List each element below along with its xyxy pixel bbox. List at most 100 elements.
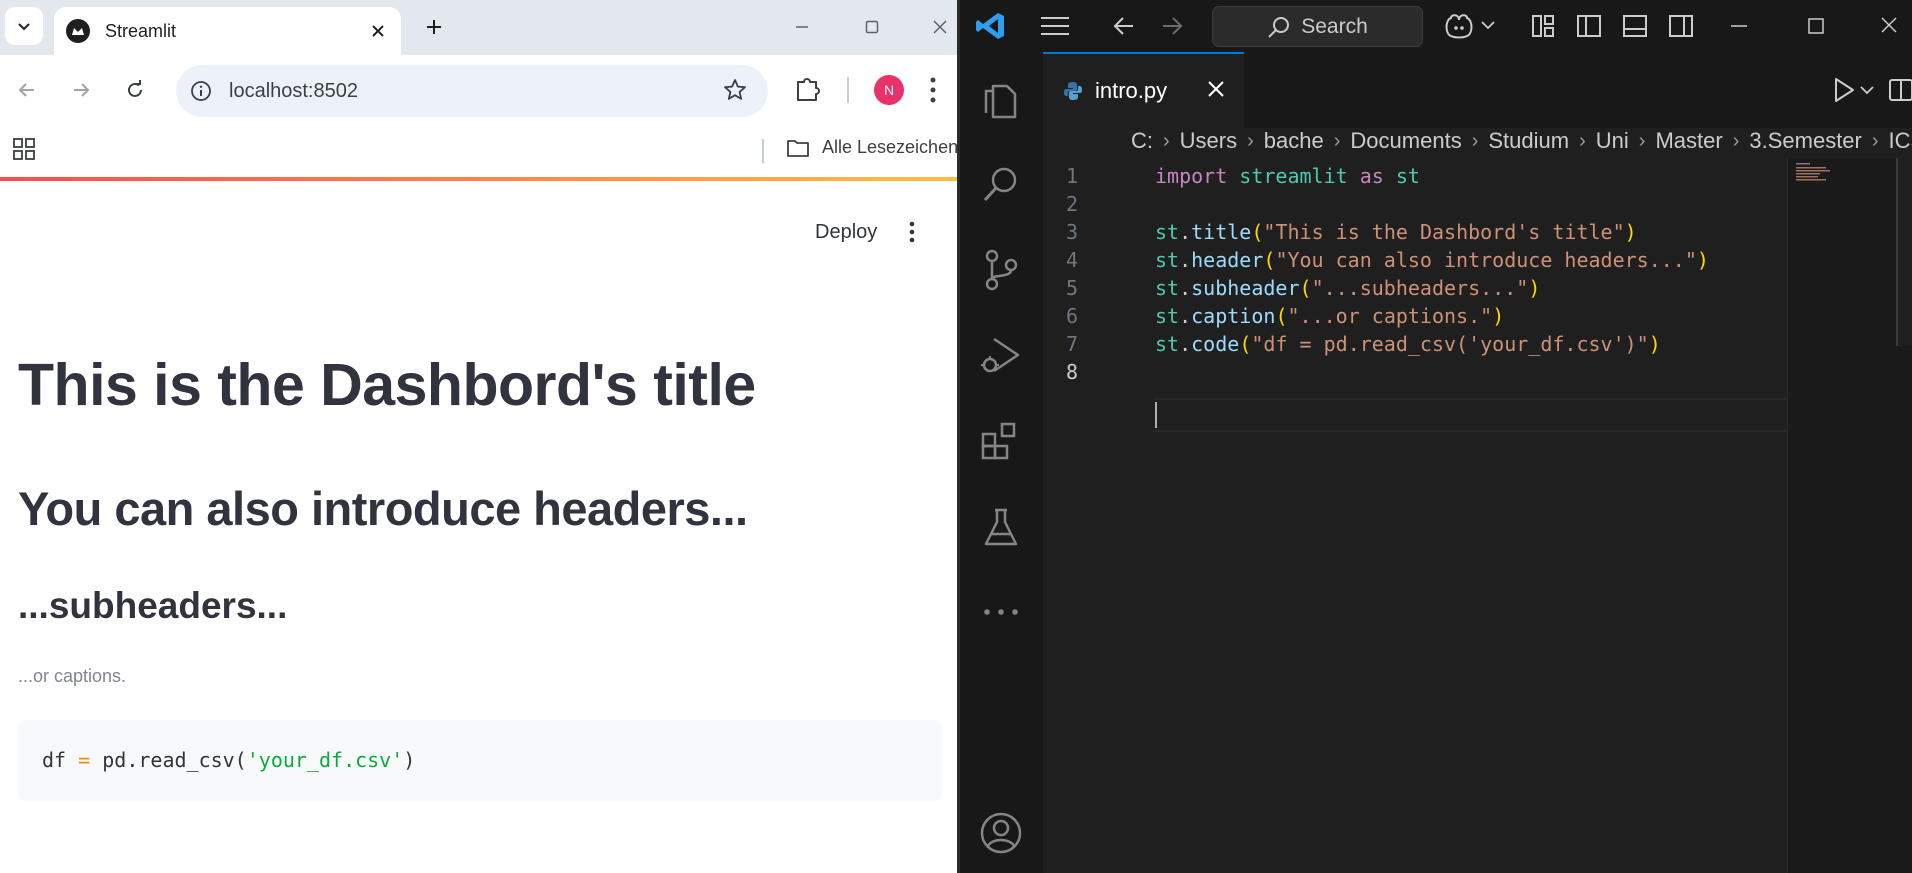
copilot-icon[interactable]	[1443, 12, 1479, 40]
breadcrumb-item[interactable]: Documents	[1350, 128, 1461, 154]
apps-grid-icon[interactable]	[12, 137, 36, 161]
vertical-scrollbar[interactable]	[1896, 158, 1912, 346]
deploy-button[interactable]: Deploy	[815, 221, 877, 244]
code-var: df	[42, 748, 67, 772]
bookmarks-divider	[762, 139, 764, 163]
breadcrumb-separator-icon: ›	[1579, 129, 1586, 152]
more-views-button[interactable]	[976, 587, 1026, 637]
streamlit-app: Deploy This is the Dashbord's title You …	[0, 181, 957, 873]
toggle-panel-icon[interactable]	[1622, 13, 1648, 39]
reload-icon	[128, 80, 142, 97]
layout-customize-icon[interactable]	[1530, 13, 1556, 39]
line-number: 8	[1065, 360, 1078, 384]
search-view-button[interactable]	[976, 159, 1026, 209]
minimap[interactable]	[1787, 158, 1912, 873]
tab-streamlit[interactable]: Streamlit	[54, 7, 401, 55]
code-block-text: df = pd.read_csv('your_df.csv')	[42, 748, 415, 772]
toggle-primary-sidebar-icon[interactable]	[1576, 13, 1602, 39]
vscode-window: Search intro.py C: › Users › bache › Doc…	[960, 0, 1912, 873]
current-line-highlight	[1153, 398, 1870, 432]
close-icon[interactable]	[1880, 16, 1898, 34]
code-close-paren: )	[403, 748, 416, 772]
toggle-secondary-sidebar-icon[interactable]	[1668, 13, 1694, 39]
breadcrumb-item[interactable]: bache	[1264, 128, 1324, 154]
search-icon	[983, 167, 1017, 202]
command-center-search[interactable]: Search	[1212, 6, 1423, 47]
menu-hamburger-icon[interactable]	[1040, 16, 1070, 36]
chevron-down-icon	[18, 23, 30, 31]
maximize-icon[interactable]	[1807, 17, 1825, 35]
run-debug-icon	[981, 337, 1020, 373]
code-line-5[interactable]: st.subheader("...subheaders...")	[1155, 276, 1540, 300]
breadcrumb-item[interactable]: Master	[1655, 128, 1722, 154]
breadcrumb-separator-icon: ›	[1471, 129, 1479, 152]
bookmark-star-icon[interactable]	[722, 77, 748, 103]
back-button[interactable]	[8, 71, 46, 109]
code-line-6[interactable]: st.caption("...or captions.")	[1155, 304, 1504, 328]
text-cursor	[1155, 402, 1157, 428]
minimize-icon[interactable]	[1730, 18, 1748, 34]
breadcrumb-item[interactable]: 3.Semester	[1749, 128, 1862, 154]
minimap-preview	[1796, 163, 1830, 181]
browser-toolbar: localhost:8502 N	[0, 55, 957, 125]
page-caption: ...or captions.	[18, 666, 127, 686]
accounts-button[interactable]	[976, 808, 1026, 858]
breadcrumb-item[interactable]: Users	[1180, 128, 1237, 154]
search-label: Search	[1301, 14, 1368, 38]
forward-button[interactable]	[62, 71, 100, 109]
source-control-button[interactable]	[976, 245, 1026, 295]
minimize-button[interactable]	[782, 8, 822, 46]
tab-search-button[interactable]	[5, 7, 43, 45]
breadcrumb-items: C: › Users › bache › Documents › Studium › Uni › Mas…	[1131, 128, 1912, 154]
split-editor-icon[interactable]	[1888, 77, 1912, 103]
chevron-down-icon[interactable]	[1481, 20, 1495, 30]
page-title: This is the Dashbord's title	[18, 352, 756, 418]
chevron-down-icon[interactable]	[1860, 85, 1874, 95]
line-number: 5	[1065, 276, 1078, 300]
tab-strip: Streamlit	[0, 0, 957, 55]
extensions-puzzle-icon[interactable]	[791, 72, 825, 106]
new-tab-button[interactable]	[416, 9, 452, 45]
code-block: df = pd.read_csv('your_df.csv')	[18, 720, 942, 801]
page-header: You can also introduce headers...	[18, 482, 748, 535]
extensions-icon	[981, 422, 1016, 460]
maximize-button[interactable]	[852, 8, 892, 46]
reload-button[interactable]	[116, 71, 154, 109]
tab-close-icon[interactable]	[365, 18, 391, 44]
more-vertical-icon[interactable]	[928, 73, 938, 107]
arrow-left-icon[interactable]	[1112, 15, 1136, 37]
breadcrumb-item[interactable]: ICSS	[1889, 128, 1912, 154]
maximize-icon	[865, 20, 879, 34]
more-vertical-icon[interactable]	[908, 221, 916, 243]
tab-title: Streamlit	[105, 20, 177, 41]
code-line-3[interactable]: st.title("This is the Dashbord's title")	[1155, 220, 1637, 244]
code-line-7[interactable]: st.code("df = pd.read_csv('your_df.csv')…	[1155, 332, 1661, 356]
breadcrumb: C: › Users › bache › Documents › Studium › Uni › Mas…	[1043, 128, 1912, 158]
line-number: 2	[1065, 192, 1078, 216]
code-string: 'your_df.csv'	[246, 748, 404, 772]
arrow-right-icon	[74, 83, 90, 97]
url-text[interactable]: localhost:8502	[229, 80, 358, 103]
breadcrumb-item[interactable]: Uni	[1596, 128, 1629, 154]
address-bar[interactable]: localhost:8502	[176, 65, 768, 117]
profile-avatar[interactable]: N	[874, 75, 904, 105]
source-control-icon	[985, 249, 1018, 291]
code-editor[interactable]: 1 2 3 4 5 6 7 8 import streamlit as st st.title…	[1043, 158, 1912, 873]
testing-button[interactable]	[976, 502, 1026, 552]
code-line-4[interactable]: st.header("You can also introduce header…	[1155, 248, 1709, 272]
tab-intro-py[interactable]: intro.py	[1043, 52, 1244, 128]
all-bookmarks-folder[interactable]: Alle Lesezeichen	[786, 137, 957, 158]
close-icon[interactable]	[1206, 79, 1226, 99]
breadcrumb-item[interactable]: Studium	[1488, 128, 1569, 154]
run-play-icon[interactable]	[1833, 77, 1855, 103]
chrome-window: Streamlit localhost:8502 N Alle Lesezeic…	[0, 0, 957, 873]
explorer-button[interactable]	[976, 74, 1026, 124]
info-icon[interactable]	[190, 80, 212, 102]
arrow-right-icon[interactable]	[1160, 15, 1184, 37]
breadcrumb-item[interactable]: C:	[1131, 128, 1153, 154]
close-window-button[interactable]	[920, 8, 957, 46]
run-debug-button[interactable]	[976, 331, 1026, 381]
code-line-1[interactable]: import streamlit as st	[1155, 164, 1420, 188]
extensions-button[interactable]	[976, 416, 1026, 466]
python-file-icon	[1064, 82, 1082, 100]
